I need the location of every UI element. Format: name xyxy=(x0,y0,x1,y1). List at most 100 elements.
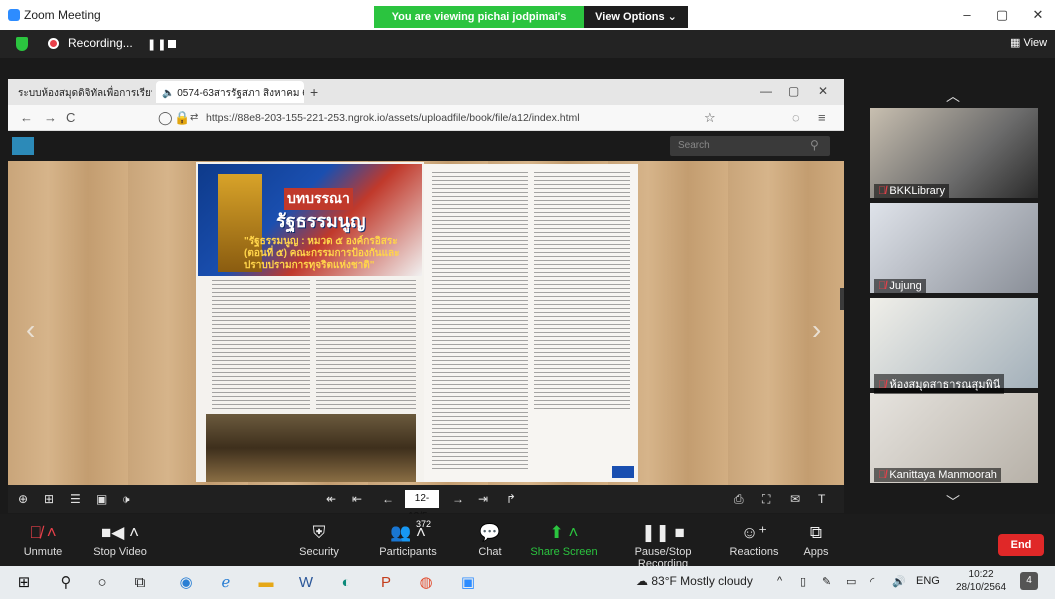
browser-maximize-button[interactable]: ▢ xyxy=(788,84,799,98)
notification-center-icon[interactable]: 4 xyxy=(1020,572,1038,590)
share-screen-button[interactable]: ⬆ ˄ Share Screen xyxy=(530,514,598,566)
flipbook-logo-icon xyxy=(12,137,34,155)
weather-widget[interactable]: ☁ 83°F Mostly cloudy xyxy=(636,574,753,588)
first-page-icon[interactable]: ↞ xyxy=(326,492,336,506)
reactions-button[interactable]: ☺⁺ Reactions xyxy=(726,514,782,566)
recording-status: Recording... xyxy=(68,36,133,50)
browser-tab-library[interactable]: ระบบห้องสมุดดิจิทัลเพื่อการเรียนรู้กรุงเ… xyxy=(12,81,152,103)
pause-stop-recording-button[interactable]: ❚❚ ■ Pause/Stop Recording xyxy=(608,514,718,570)
security-shield-icon[interactable] xyxy=(16,37,28,51)
last-page-icon[interactable]: ⇥ xyxy=(478,492,488,506)
participants-button[interactable]: 👥 ˄ Participants xyxy=(372,514,444,566)
search-icon[interactable]: ⚲ xyxy=(810,138,819,152)
new-tab-button[interactable]: + xyxy=(310,84,318,100)
muted-mic-icon: 🎙̸ xyxy=(878,379,890,391)
share-arrow-icon[interactable]: ↱ xyxy=(506,492,516,506)
wifi-icon[interactable]: ◜ xyxy=(870,575,874,588)
prev-page-chevron-icon[interactable]: ‹ xyxy=(26,314,35,346)
volume-icon[interactable]: 🔊 xyxy=(892,575,906,588)
pause-stop-icon: ❚❚ ■ xyxy=(641,523,685,542)
reload-icon[interactable]: C xyxy=(66,110,75,125)
email-icon[interactable]: ✉ xyxy=(790,492,800,506)
file-explorer-icon[interactable]: ▬ xyxy=(254,571,278,595)
minimize-button[interactable]: – xyxy=(955,6,979,24)
permissions-icon[interactable]: ⇄ xyxy=(190,112,198,123)
tray-pen-icon[interactable]: ✎ xyxy=(822,575,831,588)
cover-subtitle: "รัฐธรรมนูญ : หมวด ๕ องค์กรอิสระ (ตอนที่… xyxy=(244,236,400,271)
prev-page-icon[interactable]: ⇤ xyxy=(352,492,362,506)
collapse-up-chevron-icon[interactable]: ︿ xyxy=(946,86,960,106)
search-icon[interactable]: ⚲ xyxy=(54,571,78,595)
muted-mic-icon: 🎙̸ ˄ xyxy=(29,523,57,542)
forward-arrow-icon[interactable]: → xyxy=(44,110,57,125)
text-icon[interactable]: T xyxy=(818,492,825,506)
apps-button[interactable]: ⧉ Apps xyxy=(796,514,836,566)
browser-minimize-button[interactable]: — xyxy=(760,84,772,98)
page-number-input[interactable]: 12-13/5... xyxy=(405,490,439,522)
flipbook-search-input[interactable]: Search xyxy=(670,136,830,156)
edge-icon[interactable]: ◐ xyxy=(334,571,358,595)
fullscreen-icon[interactable]: ⛶ xyxy=(762,492,770,507)
next-page-icon[interactable]: → xyxy=(452,492,464,506)
menu-hamburger-icon[interactable]: ≡ xyxy=(818,110,826,125)
task-view-icon[interactable]: ⧉ xyxy=(128,571,152,595)
grid-icon: ▦ xyxy=(1010,37,1024,49)
scroll-handle[interactable] xyxy=(840,288,844,310)
pocket-icon[interactable]: ◌ xyxy=(792,110,800,125)
app-icon[interactable]: ◉ xyxy=(174,571,198,595)
stop-video-button[interactable]: ■◀ ˄ Stop Video xyxy=(88,514,152,566)
powerpoint-icon[interactable]: P xyxy=(374,571,398,595)
zoom-logo-icon xyxy=(8,9,20,21)
system-clock[interactable]: 10:22 28/10/2564 xyxy=(956,568,1006,594)
bookmark-icon[interactable]: ▣ xyxy=(96,492,107,506)
video-camera-icon: ■◀ ˄ xyxy=(101,523,139,542)
security-button[interactable]: ⛨ Security xyxy=(294,514,344,566)
network-icon[interactable]: ▭ xyxy=(846,575,856,588)
zoom-app-icon[interactable]: ▣ xyxy=(456,571,480,595)
back-page-icon[interactable]: ← xyxy=(382,492,394,506)
smiley-plus-icon: ☺⁺ xyxy=(740,523,768,542)
end-meeting-button[interactable]: End xyxy=(998,534,1044,556)
chat-button[interactable]: 💬 Chat xyxy=(470,514,510,566)
article-text-column xyxy=(534,172,630,412)
tray-app-icon[interactable]: ▯ xyxy=(800,575,806,588)
maximize-button[interactable]: ▢ xyxy=(990,6,1014,24)
sound-icon[interactable]: 🕩 xyxy=(122,492,130,507)
stop-recording-icon[interactable] xyxy=(168,40,176,48)
parliament-photo xyxy=(206,414,416,482)
article-text-column xyxy=(212,280,310,410)
view-options-button[interactable]: View Options ⌄ xyxy=(584,6,688,28)
print-icon[interactable]: ⎙ xyxy=(734,492,744,507)
language-indicator[interactable]: ENG xyxy=(916,575,940,587)
expand-down-chevron-icon[interactable]: ﹀ xyxy=(946,492,960,512)
unmute-button[interactable]: 🎙̸ ˄ Unmute xyxy=(18,514,68,566)
bookmark-star-icon[interactable]: ☆ xyxy=(704,110,716,126)
browser-tab-magazine[interactable]: 🔈 0574-63สารรัฐสภา สิงหาคม 63.i... ✕ xyxy=(156,81,304,103)
participant-name: 🎙̸ BKKLibrary xyxy=(874,184,949,198)
lock-icon[interactable]: 🔒 xyxy=(174,110,190,126)
apps-icon: ⧉ xyxy=(809,523,823,542)
cortana-icon[interactable]: ○ xyxy=(90,571,114,595)
security-shield-icon: ⛨ xyxy=(312,523,326,542)
zoom-in-icon[interactable]: ⊕ xyxy=(18,492,28,506)
participant-name: 🎙̸ Jujung xyxy=(874,279,926,293)
windows-start-icon[interactable]: ⊞ xyxy=(12,571,36,595)
chrome-icon[interactable]: ◍ xyxy=(414,571,438,595)
table-of-contents-icon[interactable]: ☰ xyxy=(70,492,81,506)
close-button[interactable]: ✕ xyxy=(1026,6,1050,24)
internet-explorer-icon[interactable]: ℯ xyxy=(214,571,238,595)
word-icon[interactable]: W xyxy=(294,571,318,595)
shield-outline-icon[interactable]: ◯ xyxy=(158,110,173,126)
meeting-toolbar xyxy=(0,514,1055,566)
view-layout-button[interactable]: ▦ View xyxy=(1010,36,1047,49)
browser-close-button[interactable]: ✕ xyxy=(818,84,828,98)
next-page-chevron-icon[interactable]: › xyxy=(812,314,821,346)
url-bar[interactable]: https://88e8-203-155-221-253.ngrok.io/as… xyxy=(206,112,580,124)
back-arrow-icon[interactable]: ← xyxy=(20,110,33,125)
pause-recording-icon[interactable]: ❚❚ xyxy=(147,38,167,51)
thumbnails-icon[interactable]: ⊞ xyxy=(44,492,54,506)
participants-icon: 👥 ˄ xyxy=(390,523,426,542)
speaker-icon: 🔈 xyxy=(162,88,175,99)
tray-expand-chevron-icon[interactable]: ^ xyxy=(777,575,782,587)
magazine-badge xyxy=(612,466,634,478)
